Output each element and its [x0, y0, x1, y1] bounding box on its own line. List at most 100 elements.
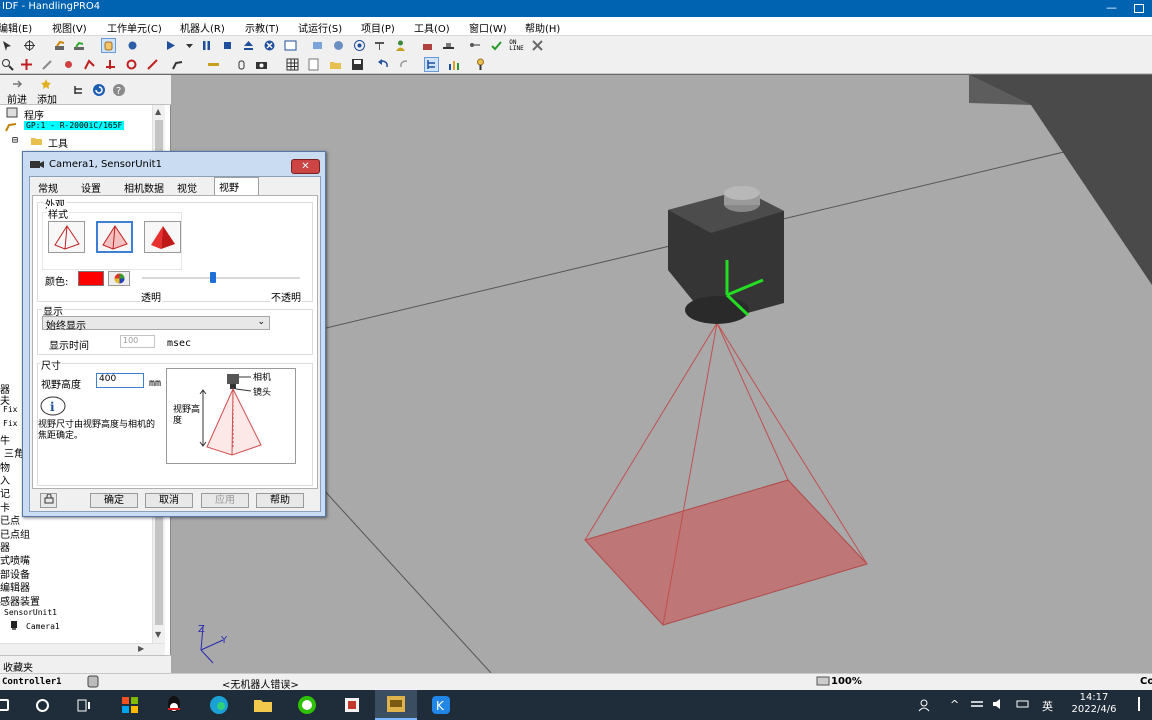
opacity-slider-track[interactable]	[142, 272, 300, 283]
tool-folder-icon[interactable]	[30, 135, 43, 149]
clock[interactable]: 14:17 2022/4/6	[1062, 692, 1126, 716]
tree-expander[interactable]: ⊟	[12, 135, 18, 146]
tab-general[interactable]: 常规	[34, 179, 62, 195]
tree-item-sensor-unit[interactable]: SensorUnit1	[4, 608, 57, 617]
ok-button[interactable]: 确定	[90, 493, 138, 508]
apply-button[interactable]: 应用	[201, 493, 249, 508]
online-icon[interactable]: ON LINE	[509, 38, 524, 53]
scroll-right-icon[interactable]: ▶	[138, 644, 144, 653]
play-icon[interactable]	[163, 38, 178, 53]
robot-node-icon[interactable]	[4, 121, 18, 135]
tree-item[interactable]: 感器装置	[0, 593, 40, 608]
bar-chart-icon[interactable]	[446, 57, 461, 72]
opacity-slider-thumb[interactable]	[210, 272, 217, 283]
file-explorer-icon[interactable]	[242, 690, 284, 720]
color-picker-button[interactable]	[108, 271, 130, 286]
panel-icon[interactable]	[283, 38, 298, 53]
menu-test-run[interactable]: 试运行(S)	[298, 20, 342, 35]
conveyor-icon[interactable]	[441, 38, 456, 53]
step-dropdown-icon[interactable]	[182, 38, 197, 53]
windows-store-icon[interactable]	[109, 690, 151, 720]
pan-tool-icon[interactable]	[22, 38, 37, 53]
task-view-icon[interactable]	[63, 690, 105, 720]
search-icon[interactable]	[21, 690, 63, 720]
eject-icon[interactable]	[241, 38, 256, 53]
part-icon[interactable]	[331, 38, 346, 53]
style-outline-option[interactable]	[96, 221, 133, 253]
robot-group-icon[interactable]	[72, 38, 87, 53]
tree-item[interactable]: 编辑器	[0, 579, 30, 594]
stop-icon[interactable]	[220, 38, 235, 53]
machine-icon[interactable]	[420, 38, 435, 53]
cancel-button[interactable]: 取消	[145, 493, 193, 508]
add-button[interactable]: 添加	[37, 91, 57, 106]
tree-item[interactable]: Fix	[3, 405, 17, 414]
tree-item-tool[interactable]: 工具	[48, 135, 68, 150]
select-tool-icon[interactable]	[0, 38, 15, 53]
help-button[interactable]: 帮助	[256, 493, 304, 508]
save-icon[interactable]	[350, 57, 365, 72]
edit-icon[interactable]	[40, 57, 55, 72]
robot-arm-icon[interactable]	[170, 57, 185, 72]
tree-item-program[interactable]: 程序	[24, 107, 44, 122]
color-swatch[interactable]	[78, 271, 104, 286]
wechat-icon[interactable]	[286, 690, 328, 720]
camera-node-icon[interactable]	[10, 620, 18, 634]
volume-icon[interactable]	[992, 698, 1006, 713]
tree-view-icon[interactable]	[424, 57, 439, 72]
tray-expand-icon[interactable]: ^	[950, 698, 959, 711]
ruler-icon[interactable]	[206, 57, 221, 72]
grid-icon[interactable]	[285, 57, 300, 72]
move-icon[interactable]	[19, 57, 34, 72]
user-frame-icon[interactable]	[82, 57, 97, 72]
check-icon[interactable]	[489, 38, 504, 53]
user-icon[interactable]	[393, 38, 408, 53]
gear-icon[interactable]	[125, 38, 140, 53]
open-folder-icon[interactable]	[328, 57, 343, 72]
tree-item-robot[interactable]: GP:1 - R-2000iC/165F	[24, 121, 125, 130]
edge-icon[interactable]	[198, 690, 240, 720]
scroll-down-icon[interactable]: ▼	[155, 630, 161, 639]
tree-item[interactable]: Fix	[3, 419, 17, 428]
network-icon[interactable]	[970, 698, 984, 713]
tab-camera-data[interactable]: 相机数据	[120, 179, 168, 195]
document-icon[interactable]	[306, 57, 321, 72]
forward-button[interactable]: 前进	[7, 91, 27, 106]
undo-icon[interactable]	[376, 57, 391, 72]
tab-field-of-view[interactable]: 视野	[214, 177, 259, 196]
redo-icon[interactable]	[397, 57, 412, 72]
tree-item[interactable]: 式喷嘴	[0, 552, 30, 567]
question-icon[interactable]	[473, 57, 488, 72]
notification-icon[interactable]	[1138, 697, 1140, 711]
style-wireframe-option[interactable]	[48, 221, 85, 253]
zoom-icon[interactable]	[0, 57, 15, 72]
workcell-icon[interactable]	[310, 38, 325, 53]
tab-settings[interactable]: 设置	[77, 179, 105, 195]
people-icon[interactable]	[918, 698, 932, 715]
minimize-button[interactable]: —	[1106, 1, 1117, 14]
favorites-label[interactable]: 收藏夹	[3, 659, 33, 674]
tab-vision[interactable]: 视觉	[173, 179, 201, 195]
battery-icon[interactable]	[1016, 698, 1030, 713]
menu-workcell[interactable]: 工作单元(C)	[107, 20, 162, 35]
program-icon[interactable]	[6, 107, 18, 121]
menu-view[interactable]: 视图(V)	[52, 20, 87, 35]
tool-frame-icon[interactable]	[61, 57, 76, 72]
refresh-icon[interactable]	[92, 83, 106, 100]
settings-icon[interactable]	[530, 38, 545, 53]
favorites-tab[interactable]: 收藏夹	[0, 655, 171, 674]
tree-item[interactable]: 记	[0, 485, 10, 500]
tree-item-camera[interactable]: Camera1	[26, 622, 60, 631]
tree-item[interactable]: 已点	[0, 512, 20, 527]
menu-tools[interactable]: 工具(O)	[414, 20, 450, 35]
rotate-icon[interactable]	[124, 57, 139, 72]
fov-height-input[interactable]: 400	[96, 373, 144, 388]
connect-icon[interactable]	[468, 38, 483, 53]
tree-item[interactable]: 三角	[4, 445, 24, 460]
handlingpro-taskbar-icon[interactable]	[375, 690, 417, 720]
camera-icon[interactable]	[254, 57, 269, 72]
lock-button[interactable]	[40, 493, 57, 508]
maximize-button[interactable]	[1134, 4, 1144, 13]
app-icon-white[interactable]	[331, 690, 373, 720]
measure-icon[interactable]	[145, 57, 160, 72]
